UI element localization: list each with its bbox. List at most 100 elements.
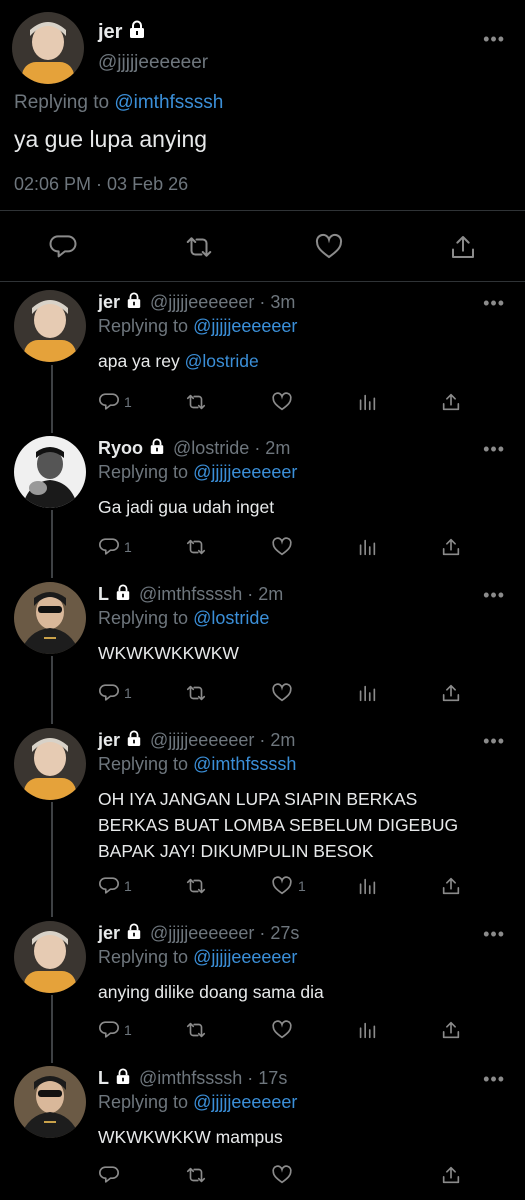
retweet-button[interactable] bbox=[184, 1017, 208, 1043]
username[interactable]: @imthfssssh bbox=[139, 584, 242, 605]
replying-label: Replying to bbox=[98, 1092, 194, 1112]
avatar[interactable] bbox=[14, 1066, 86, 1138]
like-button[interactable] bbox=[314, 232, 344, 262]
username[interactable]: @jjjjjeeeeeer bbox=[98, 52, 208, 74]
timestamp[interactable]: 02:06 PM · 03 Feb 26 bbox=[14, 174, 188, 195]
display-name[interactable]: jer bbox=[98, 923, 120, 944]
lock-icon bbox=[115, 1068, 131, 1089]
share-icon bbox=[442, 393, 460, 411]
reply-count: 1 bbox=[124, 394, 132, 410]
mention-link[interactable]: @jjjjjeeeeeer bbox=[193, 316, 297, 336]
like-button[interactable]: 1 bbox=[270, 873, 306, 899]
like-button[interactable] bbox=[270, 1162, 294, 1188]
avatar[interactable] bbox=[14, 921, 86, 993]
share-button[interactable] bbox=[440, 873, 462, 899]
lock-icon bbox=[126, 730, 142, 751]
more-icon[interactable]: ••• bbox=[483, 732, 505, 750]
share-button[interactable] bbox=[440, 1017, 462, 1043]
share-button[interactable] bbox=[440, 534, 462, 560]
relative-time[interactable]: · 3m bbox=[259, 292, 295, 313]
share-button[interactable] bbox=[440, 680, 462, 706]
relative-time[interactable]: · 2m bbox=[254, 438, 290, 459]
reply-button[interactable]: 1 bbox=[98, 680, 132, 706]
retweet-button[interactable] bbox=[184, 1162, 208, 1188]
display-name[interactable]: L bbox=[98, 584, 109, 605]
avatar[interactable] bbox=[14, 582, 86, 654]
username[interactable]: @imthfssssh bbox=[139, 1068, 242, 1089]
relative-time[interactable]: · 2m bbox=[259, 730, 295, 751]
analytics-button[interactable] bbox=[356, 1017, 378, 1043]
share-button[interactable] bbox=[440, 1162, 462, 1188]
retweet-icon bbox=[186, 394, 206, 410]
heart-icon bbox=[272, 392, 292, 411]
display-name[interactable]: L bbox=[98, 1068, 109, 1089]
username[interactable]: @lostride bbox=[173, 438, 249, 459]
retweet-button[interactable] bbox=[184, 873, 208, 899]
more-icon[interactable]: ••• bbox=[483, 1070, 505, 1088]
mention-link[interactable]: @jjjjjeeeeeer bbox=[193, 1092, 297, 1112]
share-icon bbox=[442, 538, 460, 556]
share-button[interactable] bbox=[448, 232, 478, 262]
analytics-button[interactable] bbox=[356, 389, 378, 415]
username[interactable]: @jjjjjeeeeeer bbox=[150, 923, 254, 944]
analytics-button[interactable] bbox=[356, 680, 378, 706]
lock-icon bbox=[149, 438, 165, 459]
relative-time[interactable]: · 2m bbox=[247, 584, 283, 605]
lock-icon bbox=[115, 584, 131, 605]
reply-button[interactable]: 1 bbox=[98, 534, 132, 560]
relative-time[interactable]: · 27s bbox=[259, 923, 299, 944]
more-icon[interactable]: ••• bbox=[483, 925, 505, 943]
more-icon[interactable]: ••• bbox=[483, 294, 505, 312]
divider bbox=[0, 281, 525, 282]
display-name[interactable]: jer bbox=[98, 730, 120, 751]
retweet-icon bbox=[186, 878, 206, 894]
mention-link[interactable]: @jjjjjeeeeeer bbox=[193, 947, 297, 967]
more-icon[interactable]: ••• bbox=[483, 30, 505, 48]
retweet-button[interactable] bbox=[184, 534, 208, 560]
retweet-button[interactable] bbox=[184, 232, 214, 262]
share-button[interactable] bbox=[440, 389, 462, 415]
tweet-text-plain: WKWKWKKWKW bbox=[98, 643, 239, 663]
username[interactable]: @jjjjjeeeeeer bbox=[150, 292, 254, 313]
like-button[interactable] bbox=[270, 534, 294, 560]
heart-icon bbox=[272, 876, 292, 895]
reply-button[interactable] bbox=[98, 1162, 120, 1188]
avatar[interactable] bbox=[14, 436, 86, 508]
avatar[interactable] bbox=[14, 290, 86, 362]
reply-button[interactable]: 1 bbox=[98, 1017, 132, 1043]
lock-icon bbox=[126, 292, 142, 313]
share-icon bbox=[442, 1166, 460, 1184]
action-bar bbox=[98, 1162, 468, 1188]
retweet-icon bbox=[186, 237, 212, 257]
retweet-button[interactable] bbox=[184, 389, 208, 415]
more-icon[interactable]: ••• bbox=[483, 440, 505, 458]
username[interactable]: @jjjjjeeeeeer bbox=[150, 730, 254, 751]
reply-icon bbox=[99, 684, 119, 701]
mention-link[interactable]: @imthfssssh bbox=[193, 754, 296, 774]
replying-to: Replying to @jjjjjeeeeeer bbox=[98, 462, 297, 483]
tweet-text-plain: anying dilike doang sama dia bbox=[98, 982, 324, 1002]
replying-label: Replying to bbox=[98, 947, 194, 967]
reply-button[interactable]: 1 bbox=[98, 389, 132, 415]
display-name[interactable]: jer bbox=[98, 292, 120, 313]
analytics-button[interactable] bbox=[356, 873, 378, 899]
relative-time[interactable]: · 17s bbox=[247, 1068, 287, 1089]
display-name[interactable]: jer bbox=[98, 21, 122, 44]
mention-link[interactable]: @imthfssssh bbox=[114, 92, 223, 113]
like-button[interactable] bbox=[270, 389, 298, 415]
mention-link[interactable]: @lostride bbox=[185, 351, 259, 371]
action-bar: 1 bbox=[98, 1017, 468, 1043]
avatar[interactable] bbox=[12, 12, 84, 84]
reply-button[interactable] bbox=[48, 232, 78, 262]
avatar[interactable] bbox=[14, 728, 86, 800]
like-button[interactable] bbox=[270, 680, 294, 706]
like-button[interactable] bbox=[270, 1017, 294, 1043]
more-icon[interactable]: ••• bbox=[483, 586, 505, 604]
thread-line bbox=[51, 802, 53, 917]
retweet-button[interactable] bbox=[184, 680, 208, 706]
mention-link[interactable]: @lostride bbox=[193, 608, 269, 628]
reply-button[interactable]: 1 bbox=[98, 873, 132, 899]
analytics-button[interactable] bbox=[356, 534, 378, 560]
display-name[interactable]: Ryoo bbox=[98, 438, 143, 459]
mention-link[interactable]: @jjjjjeeeeeer bbox=[193, 462, 297, 482]
